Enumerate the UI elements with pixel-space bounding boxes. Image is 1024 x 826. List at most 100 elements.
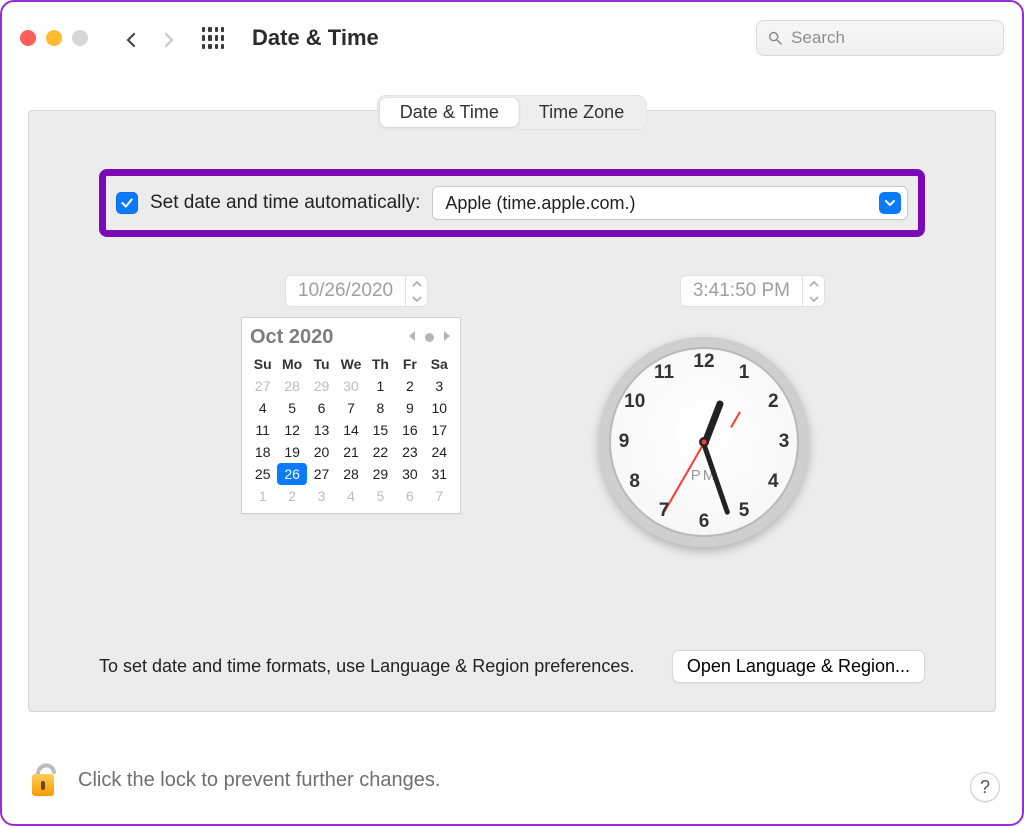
lock-footer: Click the lock to prevent further change…: [28, 756, 996, 804]
calendar-day[interactable]: 4: [248, 397, 277, 419]
prefs-panel: Date & Time Time Zone Set date and time …: [28, 110, 996, 712]
calendar-dow: Fr: [395, 353, 424, 375]
calendar-day[interactable]: 23: [395, 441, 424, 463]
calendar-day[interactable]: 12: [277, 419, 306, 441]
window-title: Date & Time: [252, 25, 742, 51]
calendar-day: 7: [425, 485, 454, 507]
time-stepper[interactable]: 3:41:50 PM: [680, 275, 825, 307]
lock-hint: Click the lock to prevent further change…: [78, 769, 440, 792]
time-stepper-arrows[interactable]: [802, 276, 824, 306]
calendar-dow: Su: [248, 353, 277, 375]
calendar-today-icon[interactable]: [425, 333, 434, 342]
calendar-day[interactable]: 16: [395, 419, 424, 441]
tab-time-zone[interactable]: Time Zone: [519, 98, 644, 127]
format-hint: To set date and time formats, use Langua…: [99, 656, 634, 677]
calendar-day[interactable]: 29: [366, 463, 395, 485]
calendar-day[interactable]: 26: [277, 463, 306, 485]
time-server-combobox[interactable]: Apple (time.apple.com.): [432, 186, 908, 220]
calendar-day[interactable]: 18: [248, 441, 277, 463]
calendar-day[interactable]: 20: [307, 441, 336, 463]
checkmark-icon: [120, 196, 134, 210]
calendar-day[interactable]: 28: [336, 463, 365, 485]
calendar-day[interactable]: 19: [277, 441, 306, 463]
clock-number: 12: [692, 351, 716, 373]
calendar-day[interactable]: 1: [366, 375, 395, 397]
clock-number: 11: [652, 362, 676, 384]
calendar-day[interactable]: 31: [425, 463, 454, 485]
back-button[interactable]: [122, 27, 136, 49]
calendar-day[interactable]: 2: [395, 375, 424, 397]
calendar-dow: Tu: [307, 353, 336, 375]
time-value: 3:41:50 PM: [681, 280, 802, 302]
date-stepper[interactable]: 10/26/2020: [285, 275, 428, 307]
clock-number: 3: [772, 431, 796, 453]
caret-up-icon[interactable]: [803, 276, 824, 291]
auto-time-label: Set date and time automatically:: [150, 192, 420, 214]
auto-time-checkbox[interactable]: [116, 192, 138, 214]
search-field[interactable]: [756, 20, 1004, 56]
help-button[interactable]: ?: [970, 772, 1000, 802]
calendar-day: 3: [307, 485, 336, 507]
window-toolbar: Date & Time: [2, 2, 1022, 74]
clock-number: 2: [761, 391, 785, 413]
caret-down-icon[interactable]: [406, 291, 427, 306]
clock-number: 6: [692, 511, 716, 533]
calendar-day[interactable]: 9: [395, 397, 424, 419]
stepper-row: 10/26/2020 3:41:50 PM: [29, 275, 995, 307]
calendar-dow: Mo: [277, 353, 306, 375]
traffic-lights: [20, 30, 88, 46]
calendar-day[interactable]: 8: [366, 397, 395, 419]
calendar-day: 29: [307, 375, 336, 397]
lock-icon[interactable]: [28, 756, 62, 804]
close-window-button[interactable]: [20, 30, 36, 46]
calendar-dow: We: [336, 353, 365, 375]
clock-number: 5: [732, 500, 756, 522]
clock-number: 4: [761, 471, 785, 493]
clock-number: 9: [612, 431, 636, 453]
calendar[interactable]: Oct 2020 SuMoTuWeThFrSa27282930123456789…: [241, 317, 461, 514]
calendar-day[interactable]: 15: [366, 419, 395, 441]
calendar-day: 30: [336, 375, 365, 397]
clock-number: 10: [623, 391, 647, 413]
calendar-day[interactable]: 17: [425, 419, 454, 441]
calendar-dow: Th: [366, 353, 395, 375]
clock-number: 1: [732, 362, 756, 384]
calendar-next-icon[interactable]: [442, 329, 452, 346]
calendar-day[interactable]: 11: [248, 419, 277, 441]
caret-down-icon[interactable]: [803, 291, 824, 306]
tab-bar: Date & Time Time Zone: [377, 95, 647, 130]
nav-arrows: [122, 27, 174, 49]
analog-clock: PM 121234567891011: [599, 337, 809, 547]
open-language-region-button[interactable]: Open Language & Region...: [672, 650, 925, 683]
show-all-prefs-button[interactable]: [202, 27, 224, 49]
calendar-grid: SuMoTuWeThFrSa27282930123456789101112131…: [248, 353, 454, 507]
calendar-prev-icon[interactable]: [407, 329, 417, 346]
calendar-day[interactable]: 14: [336, 419, 365, 441]
calendar-day[interactable]: 7: [336, 397, 365, 419]
second-hand-tail: [730, 411, 741, 428]
clock-number: 8: [623, 471, 647, 493]
calendar-day[interactable]: 10: [425, 397, 454, 419]
calendar-day[interactable]: 6: [307, 397, 336, 419]
search-input[interactable]: [791, 28, 993, 48]
calendar-day: 6: [395, 485, 424, 507]
caret-up-icon[interactable]: [406, 276, 427, 291]
clock-number: 7: [652, 500, 676, 522]
minimize-window-button[interactable]: [46, 30, 62, 46]
calendar-day: 2: [277, 485, 306, 507]
calendar-day[interactable]: 25: [248, 463, 277, 485]
calendar-day: 28: [277, 375, 306, 397]
calendar-day[interactable]: 30: [395, 463, 424, 485]
calendar-day[interactable]: 27: [307, 463, 336, 485]
calendar-day[interactable]: 22: [366, 441, 395, 463]
calendar-day[interactable]: 13: [307, 419, 336, 441]
forward-button[interactable]: [160, 27, 174, 49]
calendar-day[interactable]: 5: [277, 397, 306, 419]
zoom-window-button[interactable]: [72, 30, 88, 46]
calendar-title: Oct 2020: [250, 326, 333, 349]
calendar-day[interactable]: 21: [336, 441, 365, 463]
date-stepper-arrows[interactable]: [405, 276, 427, 306]
calendar-day[interactable]: 24: [425, 441, 454, 463]
calendar-day[interactable]: 3: [425, 375, 454, 397]
tab-date-time[interactable]: Date & Time: [380, 98, 519, 127]
